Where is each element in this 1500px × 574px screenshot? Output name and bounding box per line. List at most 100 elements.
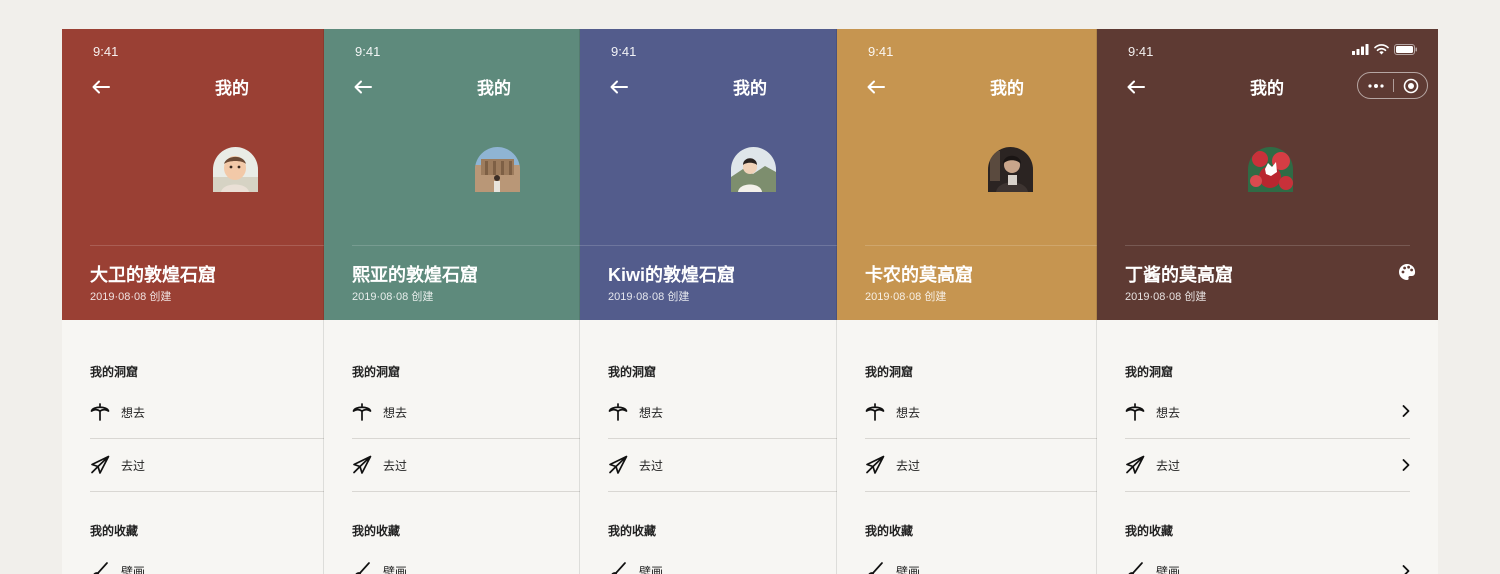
chevron-right-icon xyxy=(1402,565,1410,574)
paper-plane-icon xyxy=(609,455,628,474)
cave-collection-name: 大卫的敦煌石窟 xyxy=(90,265,216,285)
chevron-right-icon xyxy=(1402,459,1410,471)
created-date: 2019·08·08 创建 xyxy=(352,291,434,303)
row-divider xyxy=(608,438,837,439)
header-divider xyxy=(352,245,580,246)
cave-collection-name: Kiwi的敦煌石窟 xyxy=(608,265,736,285)
page-title: 我的 xyxy=(477,79,511,98)
menu-item-murals[interactable]: 壁画 xyxy=(608,547,837,574)
phone-screen-2: 9:41 我的 熙亚的敦煌石窟 2019·08·08 创建 我的洞窟 想去 去过… xyxy=(324,29,580,574)
paper-plane-icon xyxy=(353,455,372,474)
menu-item-label: 想去 xyxy=(639,406,664,420)
parasol-icon xyxy=(352,403,372,421)
menu-item-label: 壁画 xyxy=(639,565,664,574)
menu-item-label: 壁画 xyxy=(383,565,408,574)
menu-item-label: 去过 xyxy=(1156,459,1181,473)
row-divider xyxy=(608,491,837,492)
menu-item-label: 壁画 xyxy=(896,565,921,574)
paper-plane-icon xyxy=(91,455,110,474)
menu-item-label: 想去 xyxy=(1156,406,1181,420)
row-divider xyxy=(865,491,1097,492)
section-title-collections: 我的收藏 xyxy=(1125,524,1174,538)
menu-item-been[interactable]: 去过 xyxy=(1125,440,1438,490)
header-divider xyxy=(580,245,837,246)
avatar[interactable] xyxy=(475,147,520,192)
row-divider xyxy=(352,438,580,439)
menu-item-want[interactable]: 想去 xyxy=(1125,386,1438,436)
phone-screen-5: 9:41 我的 丁酱的莫高窟 2019·08·08 创建 我的洞窟 想去 去过 … xyxy=(1097,29,1438,574)
menu-item-want[interactable]: 想去 xyxy=(90,386,324,436)
more-button[interactable] xyxy=(1358,73,1393,98)
cave-collection-name: 卡农的莫高窟 xyxy=(865,265,973,285)
profile-header: 9:41 我的 大卫的敦煌石窟 2019·08·08 创建 xyxy=(62,29,324,320)
row-divider xyxy=(90,491,324,492)
more-dots-icon xyxy=(1367,83,1384,88)
row-divider xyxy=(90,438,324,439)
menu-item-label: 去过 xyxy=(639,459,664,473)
row-divider xyxy=(352,491,580,492)
page-title: 我的 xyxy=(733,79,767,98)
paintbrush-icon xyxy=(611,562,626,574)
chevron-right-icon xyxy=(1402,405,1410,417)
paper-plane-icon xyxy=(1126,455,1145,474)
section-title-collections: 我的收藏 xyxy=(865,524,914,538)
phone-screen-3: 9:41 我的 Kiwi的敦煌石窟 2019·08·08 创建 我的洞窟 想去 … xyxy=(580,29,837,574)
section-title-collections: 我的收藏 xyxy=(352,524,401,538)
status-time: 9:41 xyxy=(1128,44,1154,59)
menu-item-label: 想去 xyxy=(896,406,921,420)
menu-item-been[interactable]: 去过 xyxy=(608,440,837,490)
profile-header: 9:41 我的 熙亚的敦煌石窟 2019·08·08 创建 xyxy=(324,29,580,320)
wifi-icon xyxy=(1374,43,1389,54)
avatar[interactable] xyxy=(213,147,258,192)
profile-header: 9:41 我的 Kiwi的敦煌石窟 2019·08·08 创建 xyxy=(580,29,837,320)
menu-item-murals[interactable]: 壁画 xyxy=(352,547,580,574)
menu-item-want[interactable]: 想去 xyxy=(352,386,580,436)
avatar[interactable] xyxy=(731,147,776,192)
cave-collection-name: 熙亚的敦煌石窟 xyxy=(352,265,478,285)
row-divider xyxy=(1125,438,1410,439)
menu-item-label: 去过 xyxy=(383,459,408,473)
section-title-caves: 我的洞窟 xyxy=(352,365,401,379)
menu-item-murals[interactable]: 壁画 xyxy=(865,547,1097,574)
menu-item-been[interactable]: 去过 xyxy=(352,440,580,490)
menu-item-been[interactable]: 去过 xyxy=(865,440,1097,490)
row-divider xyxy=(1125,491,1410,492)
page-title: 我的 xyxy=(990,79,1024,98)
status-time: 9:41 xyxy=(355,44,381,59)
palette-icon xyxy=(1399,263,1416,280)
menu-item-want[interactable]: 想去 xyxy=(608,386,837,436)
menu-item-label: 想去 xyxy=(383,406,408,420)
parasol-icon xyxy=(1125,403,1145,421)
created-date: 2019·08·08 创建 xyxy=(865,291,947,303)
parasol-icon xyxy=(608,403,628,421)
header-divider xyxy=(1125,245,1410,246)
menu-item-murals[interactable]: 壁画 xyxy=(90,547,324,574)
created-date: 2019·08·08 创建 xyxy=(90,291,172,303)
status-bar-icons xyxy=(1352,43,1418,55)
menu-item-been[interactable]: 去过 xyxy=(90,440,324,490)
battery-icon xyxy=(1394,43,1417,55)
signal-icon xyxy=(1352,43,1369,55)
section-title-caves: 我的洞窟 xyxy=(90,365,139,379)
avatar[interactable] xyxy=(1248,147,1293,192)
row-divider xyxy=(865,438,1097,439)
menu-item-label: 想去 xyxy=(121,406,146,420)
profile-header: 9:41 我的 丁酱的莫高窟 2019·08·08 创建 xyxy=(1097,29,1438,320)
close-button[interactable] xyxy=(1394,73,1427,98)
section-title-collections: 我的收藏 xyxy=(608,524,657,538)
paintbrush-icon xyxy=(93,562,108,574)
menu-item-label: 壁画 xyxy=(121,565,146,574)
menu-item-label: 去过 xyxy=(896,459,921,473)
theme-palette-button[interactable] xyxy=(1398,263,1416,281)
section-title-caves: 我的洞窟 xyxy=(1125,365,1174,379)
avatar[interactable] xyxy=(988,147,1033,192)
menu-item-want[interactable]: 想去 xyxy=(865,386,1097,436)
status-time: 9:41 xyxy=(868,44,894,59)
menu-item-murals[interactable]: 壁画 xyxy=(1125,547,1438,574)
section-title-collections: 我的收藏 xyxy=(90,524,139,538)
status-time: 9:41 xyxy=(611,44,637,59)
menu-item-label: 壁画 xyxy=(1156,565,1181,574)
header-divider xyxy=(865,245,1097,246)
cave-collection-name: 丁酱的莫高窟 xyxy=(1125,265,1233,285)
paintbrush-icon xyxy=(868,562,883,574)
